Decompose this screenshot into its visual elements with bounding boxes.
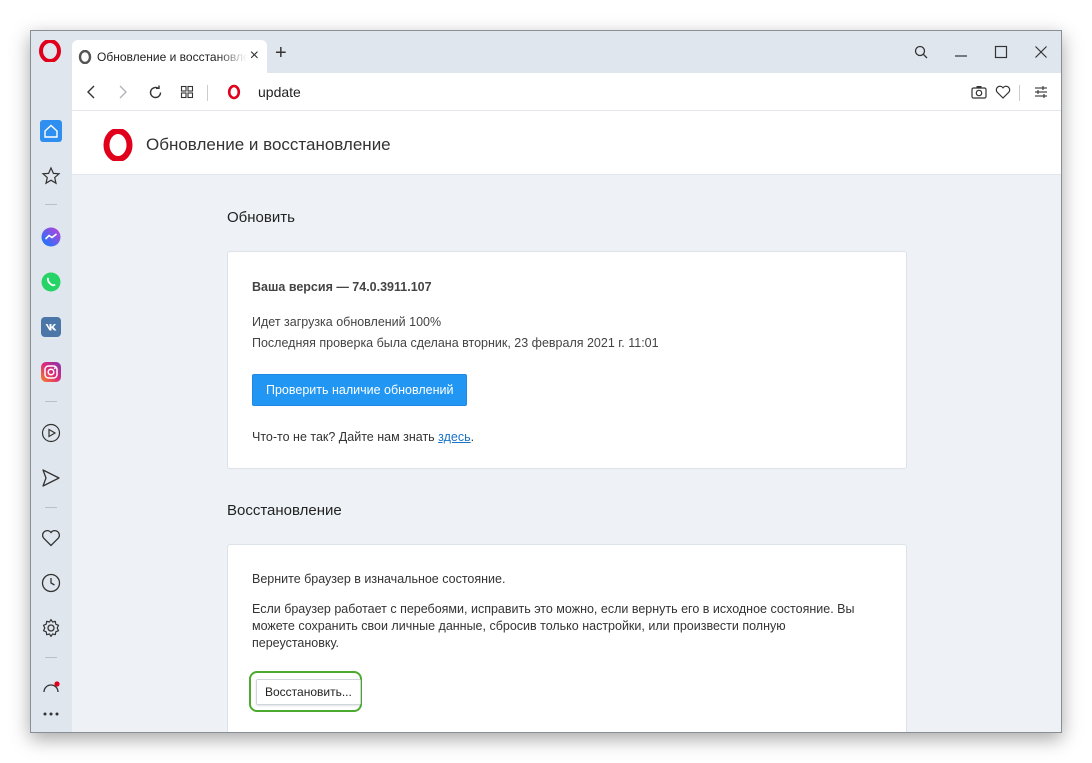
check-updates-button[interactable]: Проверить наличие обновлений (252, 374, 468, 406)
update-section-title: Обновить (227, 209, 295, 226)
player-icon[interactable] (40, 422, 62, 444)
forward-icon[interactable] (112, 82, 132, 102)
messenger-icon[interactable] (40, 226, 62, 248)
window-controls (901, 37, 1061, 67)
tab-strip: Обновление и восстановление × + (31, 31, 1061, 73)
update-status: Идет загрузка обновлений 100% (252, 315, 442, 329)
sidebar-divider (45, 401, 57, 402)
feedback-link[interactable]: здесь (438, 430, 470, 444)
sidebar-divider (45, 204, 57, 205)
opera-favicon-icon (78, 49, 92, 64)
version-text: Ваша версия — 74.0.3911.107 (252, 280, 432, 294)
notifications-icon[interactable] (40, 677, 62, 699)
whatsapp-icon[interactable] (40, 271, 62, 293)
feedback-text: Что-то не так? Дайте нам знать здесь. (252, 430, 474, 444)
opera-logo-icon (102, 128, 134, 166)
page-header: Обновление и восстановление (72, 111, 1061, 175)
more-icon[interactable] (40, 703, 62, 725)
snapshot-icon[interactable] (969, 82, 989, 102)
page-content: Обновление и восстановление Обновить Ваш… (72, 111, 1061, 732)
restore-highlight: Восстановить... (249, 671, 362, 712)
update-card: Ваша версия — 74.0.3911.107 Идет загрузк… (227, 251, 907, 469)
sidebar (31, 111, 72, 732)
last-check-text: Последняя проверка была сделана вторник,… (252, 336, 659, 350)
maximize-icon[interactable] (981, 37, 1021, 67)
heart-icon[interactable] (40, 527, 62, 549)
opera-menu-icon[interactable] (39, 39, 63, 64)
home-icon[interactable] (40, 120, 62, 142)
recovery-card: Верните браузер в изначальное состояние.… (227, 544, 907, 732)
feedback-suffix: . (470, 430, 475, 444)
divider (1019, 85, 1020, 101)
new-tab-button[interactable]: + (275, 43, 287, 63)
settings-icon[interactable] (40, 617, 62, 639)
easy-setup-icon[interactable] (1031, 82, 1051, 102)
feedback-prefix: Что-то не так? Дайте нам знать (252, 430, 439, 444)
speed-dial-icon[interactable] (177, 82, 197, 102)
instagram-icon[interactable] (40, 361, 62, 383)
address-bar: update (72, 73, 1061, 111)
tab-close-icon[interactable]: × (250, 48, 259, 64)
search-tabs-icon[interactable] (901, 37, 941, 67)
browser-window: Обновление и восстановление × + (30, 30, 1062, 733)
close-window-icon[interactable] (1021, 37, 1061, 67)
recovery-intro: Верните браузер в изначальное состояние. (252, 572, 506, 586)
reload-icon[interactable] (145, 82, 165, 102)
recovery-section-title: Восстановление (227, 502, 342, 519)
sidebar-divider (45, 657, 57, 658)
url-field[interactable]: update (258, 84, 301, 100)
recovery-description: Если браузер работает с перебоями, испра… (252, 602, 855, 650)
back-icon[interactable] (82, 82, 102, 102)
history-icon[interactable] (40, 572, 62, 594)
restore-button[interactable]: Восстановить... (256, 679, 361, 705)
page-title: Обновление и восстановление (146, 135, 391, 154)
tab-title: Обновление и восстановление (97, 49, 247, 64)
bookmark-heart-icon[interactable] (993, 82, 1013, 102)
minimize-icon[interactable] (941, 37, 981, 67)
vk-icon[interactable] (40, 316, 62, 338)
divider (207, 85, 208, 101)
send-icon[interactable] (40, 467, 62, 489)
sidebar-divider (45, 507, 57, 508)
tab-update[interactable]: Обновление и восстановление × (72, 40, 267, 73)
site-opera-icon (224, 82, 244, 102)
bookmarks-icon[interactable] (40, 165, 62, 187)
